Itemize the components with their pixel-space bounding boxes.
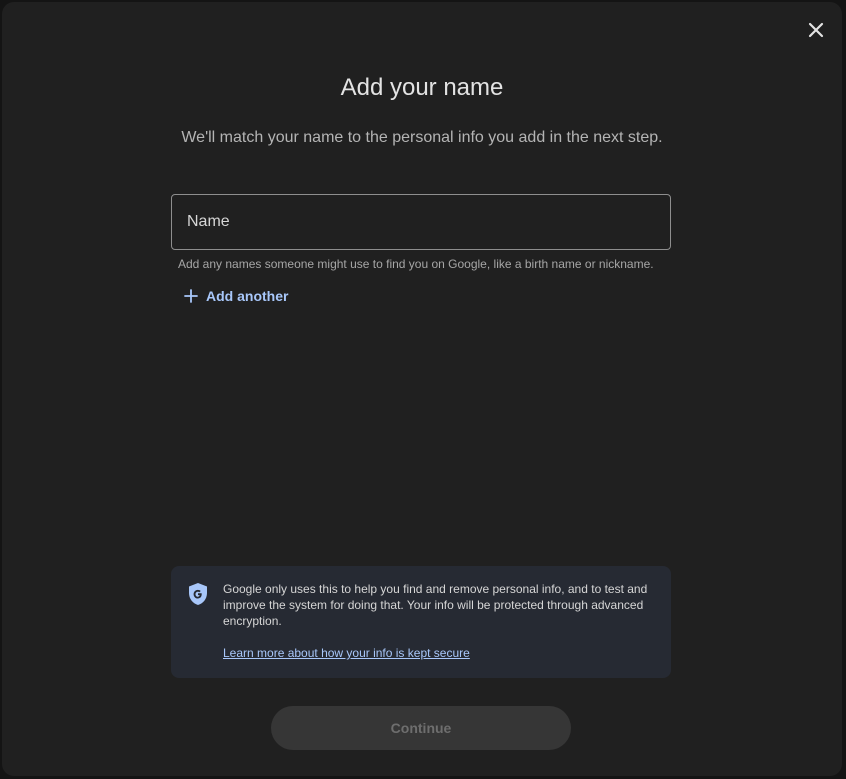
dialog-subtitle: We'll match your name to the personal in… bbox=[181, 129, 663, 146]
privacy-info-card: Google only uses this to help you find a… bbox=[171, 566, 671, 678]
dialog-title: Add your name bbox=[340, 74, 504, 101]
add-another-button[interactable]: Add another bbox=[184, 284, 288, 308]
name-input[interactable] bbox=[172, 195, 670, 249]
google-shield-icon bbox=[189, 583, 207, 605]
learn-more-link[interactable]: Learn more about how your info is kept s… bbox=[223, 645, 470, 661]
name-helper-text: Add any names someone might use to find … bbox=[178, 257, 654, 271]
privacy-info-text: Google only uses this to help you find a… bbox=[223, 582, 648, 628]
plus-icon bbox=[184, 289, 198, 303]
close-button[interactable] bbox=[804, 18, 828, 42]
close-icon bbox=[808, 22, 824, 38]
continue-button[interactable]: Continue bbox=[271, 706, 571, 750]
name-field[interactable] bbox=[171, 194, 671, 250]
add-name-dialog: Add your name We'll match your name to t… bbox=[2, 2, 842, 776]
add-another-label: Add another bbox=[206, 288, 289, 304]
